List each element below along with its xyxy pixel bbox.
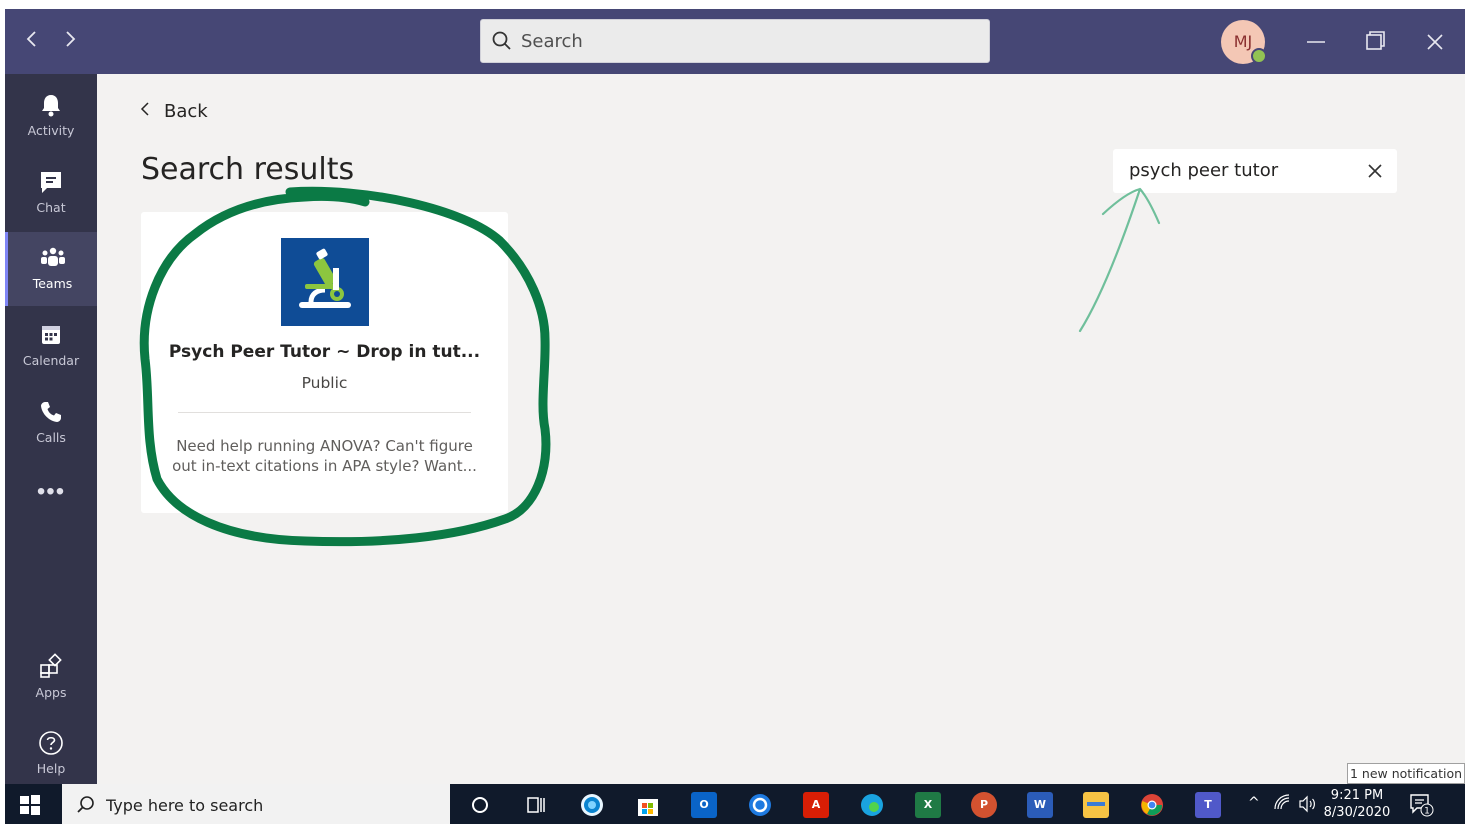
team-name: Psych Peer Tutor ~ Drop in tut... [168, 342, 481, 362]
team-description-line: Need help running ANOVA? Can't figure [176, 437, 473, 455]
rail-item-chat[interactable]: Chat [5, 156, 97, 230]
rail-item-calendar[interactable]: Calendar [5, 309, 97, 383]
search-icon [77, 796, 94, 813]
title-bar: MJ [5, 9, 1465, 74]
microscope-icon [281, 238, 369, 326]
wifi-icon[interactable] [1273, 793, 1291, 824]
edge-icon[interactable] [859, 792, 885, 818]
store-icon[interactable] [635, 792, 661, 818]
search-query-field[interactable]: psych peer tutor [1113, 149, 1397, 193]
annotation-arrow [1078, 187, 1161, 333]
help-icon [5, 729, 97, 757]
chat-icon [5, 168, 97, 196]
back-arrow-icon[interactable] [19, 27, 45, 55]
rail-item-calls[interactable]: Calls [5, 386, 97, 460]
back-button[interactable]: Back [140, 101, 208, 127]
team-result-card[interactable]: Psych Peer Tutor ~ Drop in tut... Public… [141, 212, 508, 513]
teams-icon [8, 244, 97, 272]
card-divider [178, 412, 471, 413]
word-icon[interactable]: W [1027, 792, 1053, 818]
rail-item-teams[interactable]: Teams [5, 232, 97, 306]
global-search-input[interactable] [521, 28, 961, 54]
avatar-initials: MJ [1233, 32, 1253, 51]
volume-icon[interactable] [1297, 794, 1317, 824]
page-title: Search results [141, 152, 355, 187]
windows-taskbar: O A X P W T ^ 9:21 PM 8/30/2020 1 [5, 784, 1465, 824]
more-apps-icon[interactable]: ••• [5, 478, 97, 506]
show-hidden-icons-icon[interactable]: ^ [1248, 795, 1260, 824]
forward-arrow-icon[interactable] [57, 27, 83, 55]
webex-icon[interactable] [747, 792, 773, 818]
bell-icon [5, 91, 97, 119]
excel-icon[interactable]: X [915, 792, 941, 818]
taskbar-search-input[interactable] [106, 793, 436, 817]
rail-item-activity[interactable]: Activity [5, 79, 97, 153]
search-icon [492, 31, 511, 50]
file-explorer-icon[interactable] [1083, 792, 1109, 818]
global-search[interactable] [480, 19, 990, 63]
task-view-icon[interactable] [523, 792, 549, 818]
teams-taskbar-icon[interactable]: T [1195, 792, 1221, 818]
search-query-value[interactable]: psych peer tutor [1129, 160, 1278, 181]
rail-item-apps[interactable]: Apps [5, 641, 97, 715]
back-label: Back [164, 101, 208, 122]
powerpoint-icon[interactable]: P [971, 792, 997, 818]
notification-toast[interactable]: 1 new notification [1347, 763, 1465, 784]
app-rail: Activity Chat Teams Calendar Calls ••• A… [5, 74, 97, 784]
apps-icon [5, 653, 97, 681]
clear-search-icon[interactable] [1363, 159, 1387, 183]
action-center-icon[interactable]: 1 [1408, 792, 1438, 824]
chevron-left-icon [140, 101, 150, 122]
cortana-icon[interactable] [467, 792, 493, 818]
team-description-line: out in-text citations in APA style? Want… [172, 457, 477, 475]
restore-icon[interactable] [1355, 23, 1395, 61]
acrobat-icon[interactable]: A [803, 792, 829, 818]
close-icon[interactable] [1415, 23, 1455, 61]
notification-count: 1 [1424, 807, 1430, 817]
calendar-icon [5, 321, 97, 349]
phone-icon [5, 398, 97, 426]
clock-time: 9:21 PM [1330, 788, 1384, 803]
outlook-icon[interactable]: O [691, 792, 717, 818]
windows-start-icon[interactable] [19, 794, 41, 816]
minimize-icon[interactable] [1296, 23, 1336, 61]
taskbar-search[interactable] [62, 784, 450, 824]
team-description: Need help running ANOVA? Can't figure ou… [171, 436, 478, 476]
clock-date: 8/30/2020 [1323, 805, 1391, 820]
system-clock[interactable]: 9:21 PM 8/30/2020 [1321, 787, 1393, 821]
avatar[interactable]: MJ [1221, 20, 1267, 64]
team-visibility: Public [301, 374, 348, 392]
rail-item-help[interactable]: Help [5, 717, 97, 791]
chrome-icon[interactable] [1139, 792, 1165, 818]
teams-window: MJ Activity Chat [5, 9, 1465, 824]
presence-available-icon [1251, 48, 1267, 64]
edge-legacy-icon[interactable] [579, 792, 605, 818]
